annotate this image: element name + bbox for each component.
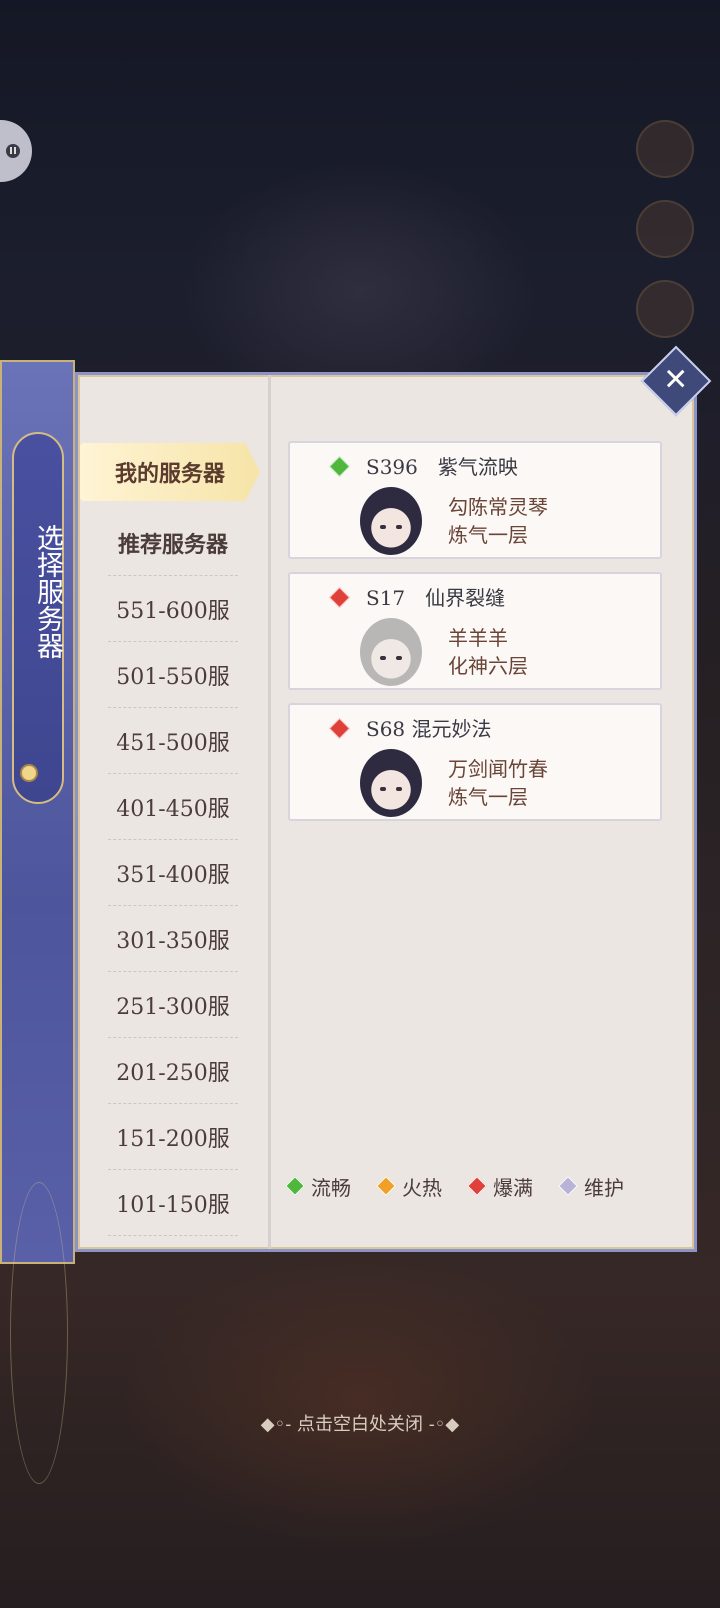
character-avatar — [360, 749, 422, 817]
tab-range[interactable]: 401-450服 — [108, 774, 238, 840]
avatar-eye — [396, 525, 402, 529]
character-level: 化神六层 — [448, 654, 528, 678]
character-name: 羊羊羊 — [448, 626, 508, 650]
character-avatar — [360, 618, 422, 686]
panel-title: 选择服务器 — [32, 524, 63, 659]
tab-range[interactable]: 501-550服 — [108, 642, 238, 708]
avatar-eye — [396, 787, 402, 791]
tab-range[interactable]: 101-150服 — [108, 1170, 238, 1236]
avatar-eye — [380, 525, 386, 529]
tab-recommended[interactable]: 推荐服务器 — [108, 510, 238, 576]
ornament-swirl — [10, 1182, 68, 1484]
tab-range[interactable]: 201-250服 — [108, 1038, 238, 1104]
character-avatar — [360, 487, 422, 555]
server-select-dialog: 我的服务器 推荐服务器 551-600服 501-550服 451-500服 4… — [75, 372, 697, 1252]
close-icon: ✕ — [663, 362, 689, 398]
status-legend: 流畅 火热 爆满 维护 — [285, 1171, 678, 1201]
status-maintenance-icon — [558, 1176, 578, 1196]
status-full-icon — [328, 717, 351, 740]
assistant-icon — [6, 144, 20, 158]
tab-range[interactable]: 551-600服 — [108, 576, 238, 642]
character-name: 万剑闻竹春 — [448, 757, 548, 781]
avatar-eye — [380, 787, 386, 791]
ornament-knob — [20, 764, 38, 782]
title-scroll: 选择服务器 — [12, 432, 64, 804]
server-name: S17 仙界裂缝 — [366, 586, 506, 610]
character-info: 羊羊羊 化神六层 — [448, 624, 528, 680]
character-name: 勾陈常灵琴 — [448, 495, 548, 519]
legend-label: 流畅 — [311, 1175, 351, 1200]
character-level: 炼气一层 — [448, 785, 528, 809]
avatar-eye — [396, 656, 402, 660]
status-smooth-icon — [328, 455, 351, 478]
tab-range[interactable]: 251-300服 — [108, 972, 238, 1038]
legend-label: 火热 — [402, 1175, 442, 1200]
server-card[interactable]: S17 仙界裂缝 羊羊羊 化神六层 — [288, 572, 662, 690]
tab-range[interactable]: 301-350服 — [108, 906, 238, 972]
avatar-eye — [380, 656, 386, 660]
server-card[interactable]: S396 紫气流映 勾陈常灵琴 炼气一层 — [288, 441, 662, 559]
server-card[interactable]: S68 混元妙法 万剑闻竹春 炼气一层 — [288, 703, 662, 821]
legend-label: 维护 — [584, 1175, 624, 1200]
legend-maintenance: 维护 — [558, 1172, 624, 1201]
server-range-list: 我的服务器 推荐服务器 551-600服 501-550服 451-500服 4… — [78, 375, 268, 1249]
column-divider — [268, 375, 271, 1249]
tab-range[interactable]: 351-400服 — [108, 840, 238, 906]
tab-range[interactable]: 451-500服 — [108, 708, 238, 774]
legend-full: 爆满 — [467, 1172, 533, 1201]
status-full-icon — [328, 586, 351, 609]
tab-range[interactable]: 151-200服 — [108, 1104, 238, 1170]
close-hint[interactable]: ◆◦- 点击空白处关闭 -◦◆ — [0, 1410, 720, 1436]
status-hot-icon — [376, 1176, 396, 1196]
tab-my-servers[interactable]: 我的服务器 — [80, 443, 260, 501]
status-full-icon — [467, 1176, 487, 1196]
character-level: 炼气一层 — [448, 523, 528, 547]
server-name: S396 紫气流映 — [366, 455, 518, 479]
legend-hot: 火热 — [376, 1172, 442, 1201]
status-smooth-icon — [285, 1176, 305, 1196]
side-title-tab: 选择服务器 — [0, 360, 75, 1484]
character-info: 万剑闻竹春 炼气一层 — [448, 755, 548, 811]
legend-smooth: 流畅 — [285, 1172, 351, 1201]
character-info: 勾陈常灵琴 炼气一层 — [448, 493, 548, 549]
legend-label: 爆满 — [493, 1175, 533, 1200]
server-name: S68 混元妙法 — [366, 717, 492, 741]
